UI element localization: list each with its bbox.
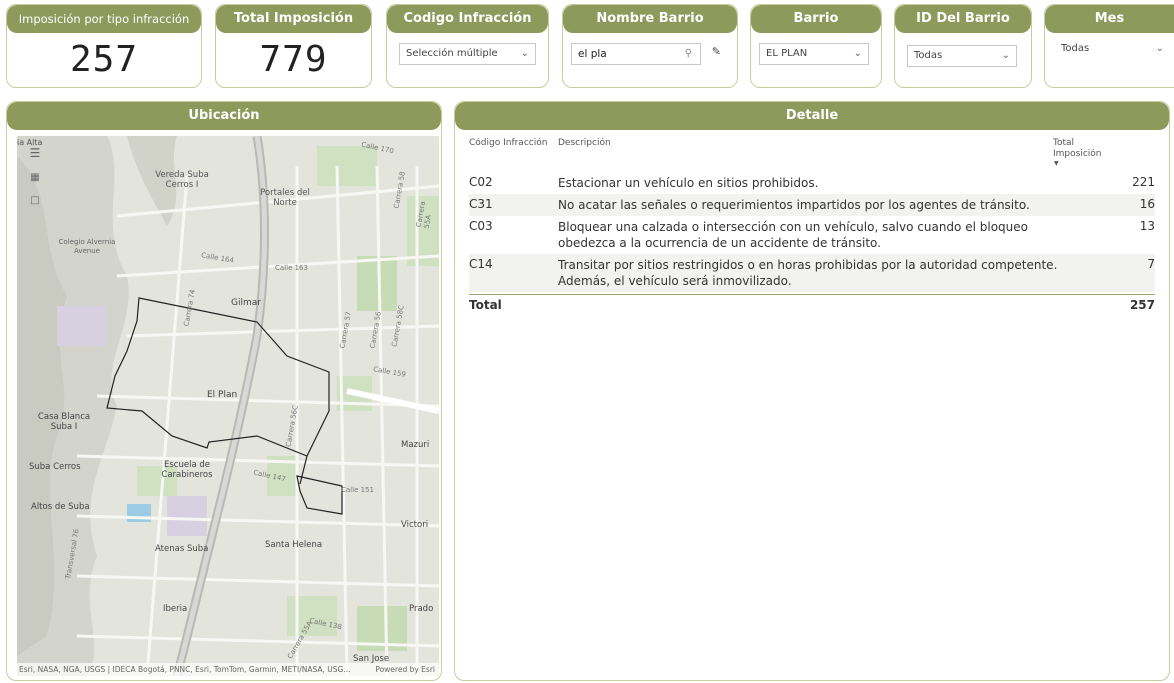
slicer-id-barrio: ID Del Barrio Todas ⌄: [894, 4, 1032, 88]
slicer-mes-title: Mes: [1045, 5, 1174, 33]
slicer-id-barrio-dropdown[interactable]: Todas ⌄: [907, 45, 1017, 67]
cell-codigo: C03: [469, 219, 493, 233]
map-label: Colegio Alvernia Avenue: [58, 238, 116, 255]
map-label: Santa Helena: [265, 540, 323, 550]
kpi-total-imposicion-title: Total Imposición: [216, 5, 371, 33]
map-card: Ubicación ia Alta Vereda Suba Cerros I P…: [6, 101, 442, 681]
detail-table: Código Infracción Descripción Total Impo…: [469, 138, 1155, 315]
table-row[interactable]: C31 No acatar las señales o requerimient…: [469, 194, 1155, 216]
cell-descripcion: No acatar las señales o requerimientos i…: [558, 198, 1030, 212]
chevron-down-icon: ⌄: [520, 48, 529, 59]
cell-total: 7: [1147, 257, 1155, 271]
map-label: Vereda Suba Cerros I: [155, 170, 209, 190]
map-label: Escuela de Carabineros: [161, 460, 213, 480]
table-row[interactable]: C14 Transitar por sitios restringidos o …: [469, 254, 1155, 292]
search-icon: ⚲: [684, 48, 692, 59]
kpi-total-imposicion-value: 779: [259, 39, 328, 80]
map-label: Prado: [409, 604, 434, 614]
street-label: Calle 151: [341, 486, 374, 494]
slicer-nombre-barrio-title: Nombre Barrio: [563, 5, 737, 33]
map-label: Iberia: [163, 604, 188, 614]
attribution-text: Esri, NASA, NGA, USGS | IDECA Bogotá, PN…: [19, 665, 351, 674]
map-label: Casa Blanca Suba I: [37, 412, 91, 432]
lasso-select-icon[interactable]: ▦: [25, 172, 45, 183]
map-label: Gilmar: [231, 298, 261, 308]
map-label: Altos de Suba: [31, 502, 90, 512]
map-attribution: Esri, NASA, NGA, USGS | IDECA Bogotá, PN…: [17, 663, 439, 676]
detail-card: Detalle Código Infracción Descripción To…: [454, 101, 1170, 681]
total-label: Total: [469, 298, 502, 312]
chevron-down-icon: ⌄: [853, 48, 862, 59]
cell-codigo: C31: [469, 197, 493, 211]
map-label: Mazuri: [401, 440, 430, 450]
slicer-id-barrio-value: Todas: [914, 50, 943, 61]
cell-descripcion: Transitar por sitios restringidos o en h…: [558, 258, 1058, 288]
table-total-row: Total 257: [469, 294, 1155, 315]
table-header: Código Infracción Descripción Total Impo…: [469, 138, 1155, 172]
map-label: Atenas Suba: [155, 544, 209, 554]
report-page: Imposición por tipo infracción 257 Total…: [0, 0, 1174, 683]
slicer-codigo-infraccion: Codigo Infracción Selección múltiple ⌄: [386, 4, 549, 88]
map-canvas[interactable]: ia Alta Vereda Suba Cerros I Portales de…: [17, 136, 439, 676]
detail-title: Detalle: [455, 102, 1169, 130]
cell-descripcion: Bloquear una calzada o intersección con …: [558, 220, 1028, 250]
kpi-imposicion-tipo-value: 257: [69, 39, 139, 80]
slicer-mes-value: Todas: [1061, 43, 1090, 54]
slicer-codigo-dropdown[interactable]: Selección múltiple ⌄: [399, 43, 536, 65]
nombre-barrio-search-text: el pla: [578, 48, 607, 60]
slicer-codigo-value: Selección múltiple: [406, 48, 498, 59]
cell-descripcion: Estacionar un vehículo en sitios prohibi…: [558, 176, 819, 190]
map-title: Ubicación: [7, 102, 441, 130]
table-row[interactable]: C02 Estacionar un vehículo en sitios pro…: [469, 172, 1155, 194]
eraser-icon[interactable]: ✎: [712, 45, 721, 58]
kpi-imposicion-tipo-title: Imposición por tipo infracción: [7, 5, 201, 33]
table-row[interactable]: C03 Bloquear una calzada o intersección …: [469, 216, 1155, 254]
kpi-total-imposicion-card: Total Imposición 779: [215, 4, 372, 88]
slicer-barrio-title: Barrio: [751, 5, 881, 33]
slicer-barrio-dropdown[interactable]: EL PLAN ⌄: [759, 43, 869, 65]
col-header-codigo[interactable]: Código Infracción: [469, 138, 547, 148]
street-label: Calle 163: [275, 264, 308, 272]
kpi-imposicion-tipo-card: Imposición por tipo infracción 257: [6, 4, 202, 88]
map-basemap: [17, 136, 439, 676]
powered-by-esri[interactable]: Powered by Esri: [375, 663, 435, 676]
total-spacer: [558, 298, 1095, 312]
cell-total: 221: [1132, 175, 1155, 189]
map-label: Suba Cerros: [29, 462, 81, 472]
rect-select-icon[interactable]: □: [25, 195, 45, 206]
slicer-mes: Mes Todas ⌄: [1044, 4, 1174, 88]
nombre-barrio-search-input[interactable]: el pla ⚲: [571, 43, 701, 65]
col-header-descripcion[interactable]: Descripción: [558, 138, 611, 148]
map-tools: ☰ ▦ □: [25, 146, 45, 218]
cell-total: 13: [1139, 219, 1155, 233]
col-header-total[interactable]: Total Imposición: [1053, 138, 1102, 160]
map-label: Portales del Norte: [260, 188, 310, 208]
slicer-nombre-barrio: Nombre Barrio el pla ⚲ ✎: [562, 4, 738, 88]
slicer-mes-dropdown[interactable]: Todas ⌄: [1055, 39, 1170, 61]
cell-codigo: C02: [469, 175, 493, 189]
sort-desc-icon[interactable]: ▼: [1054, 160, 1059, 167]
slicer-codigo-title: Codigo Infracción: [387, 5, 548, 33]
slicer-barrio-value: EL PLAN: [766, 48, 808, 59]
cell-codigo: C14: [469, 257, 493, 271]
total-value: 257: [1129, 298, 1155, 312]
map-label: El Plan: [207, 390, 238, 400]
chevron-down-icon: ⌄: [1001, 50, 1010, 61]
cell-total: 16: [1139, 197, 1155, 211]
slicer-barrio: Barrio EL PLAN ⌄: [750, 4, 882, 88]
map-label: Victori: [401, 520, 429, 530]
hamburger-icon[interactable]: ☰: [25, 146, 45, 160]
slicer-id-barrio-title: ID Del Barrio: [895, 5, 1031, 33]
chevron-down-icon: ⌄: [1155, 43, 1164, 54]
